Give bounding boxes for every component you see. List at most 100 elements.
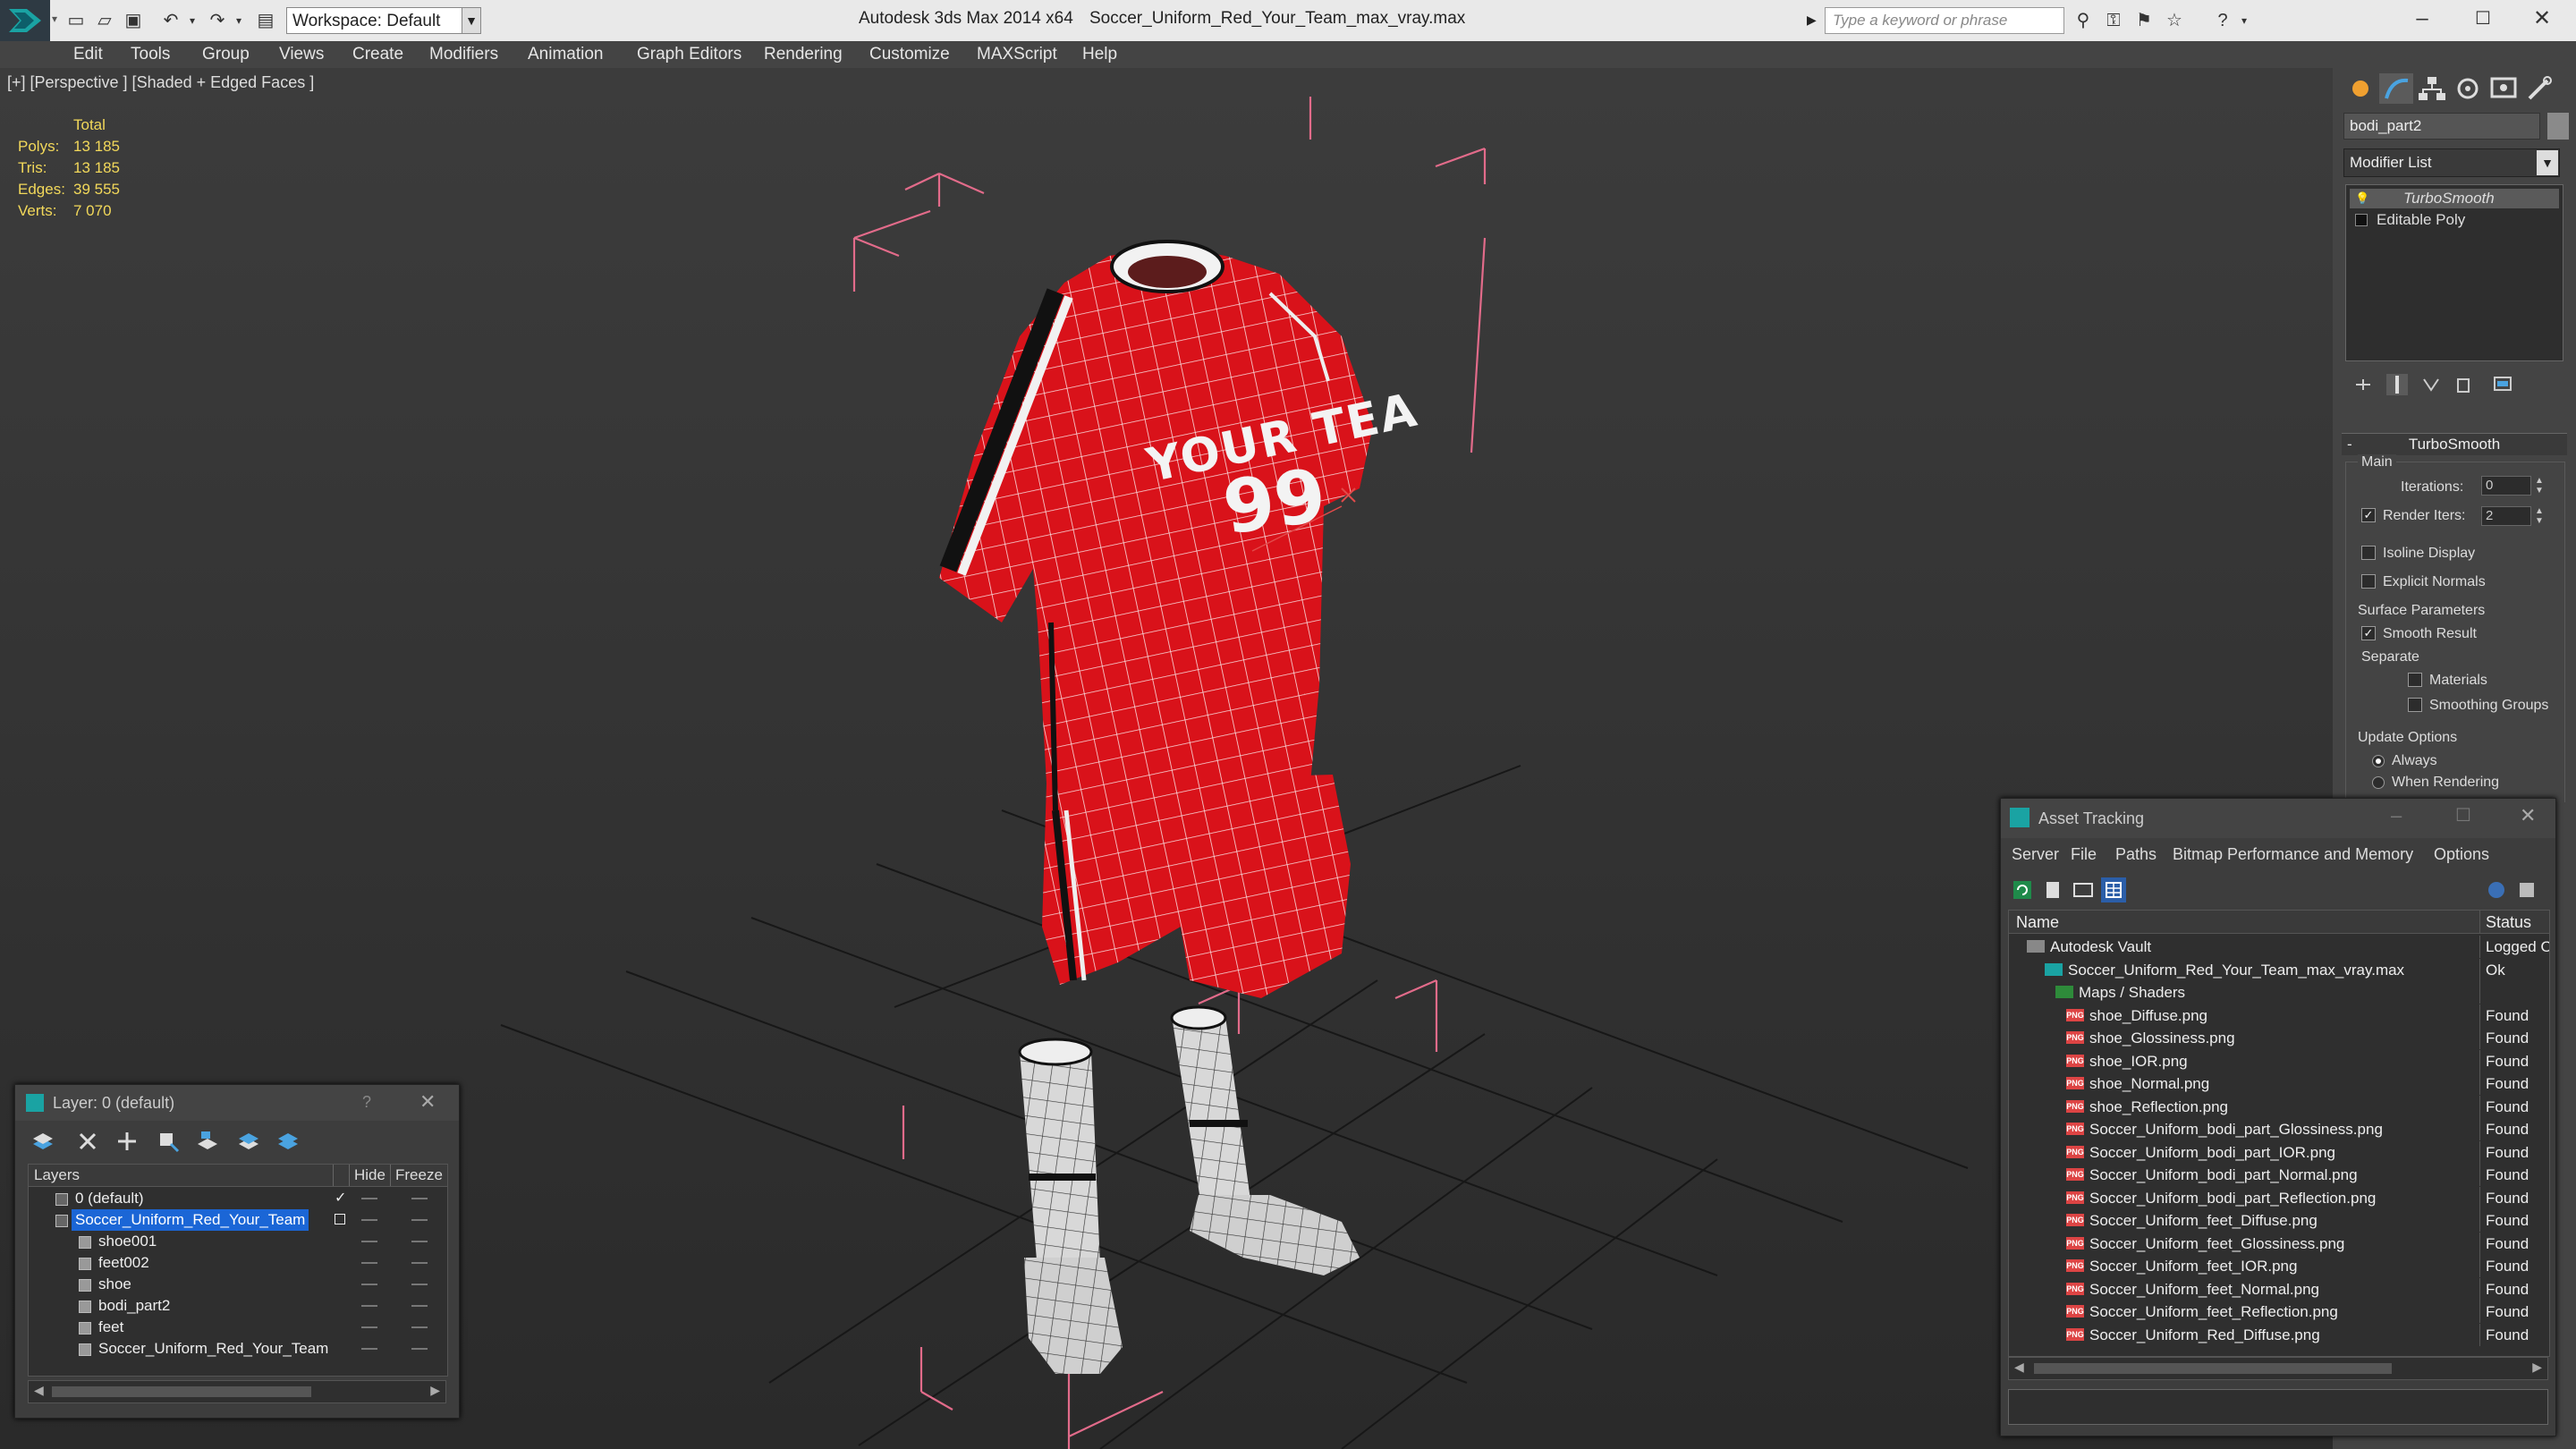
hide-column-header[interactable]: Hide xyxy=(354,1166,386,1184)
asset-path-field[interactable] xyxy=(2008,1389,2548,1425)
workspace-dropdown-icon[interactable]: ▼ xyxy=(462,7,481,34)
search-input[interactable]: Type a keyword or phrase xyxy=(1825,7,2064,34)
create-layer-icon[interactable] xyxy=(30,1128,56,1155)
modifier-list-dropdown[interactable]: Modifier List xyxy=(2343,148,2560,177)
hide-unhide-layers-icon[interactable] xyxy=(235,1128,262,1155)
pin-stack-icon[interactable] xyxy=(2352,374,2374,395)
add-selection-box-icon[interactable] xyxy=(335,1214,345,1224)
table-view-icon[interactable] xyxy=(2101,877,2126,902)
layer-close-button[interactable]: ✕ xyxy=(419,1090,436,1114)
scroll-left-icon[interactable]: ◀ xyxy=(34,1383,44,1398)
materials-checkbox[interactable] xyxy=(2408,673,2422,687)
freeze-toggle[interactable] xyxy=(411,1348,428,1350)
asset-row[interactable]: PNG Soccer_Uniform_feet_Reflection.png Fou… xyxy=(2009,1301,2549,1324)
help-icon[interactable]: ? xyxy=(2211,9,2234,32)
collapse-icon[interactable]: - xyxy=(2347,434,2352,455)
close-button[interactable]: ✕ xyxy=(2510,0,2574,39)
hide-toggle[interactable] xyxy=(361,1198,377,1199)
scroll-right-icon[interactable]: ▶ xyxy=(2532,1360,2542,1375)
freeze-toggle[interactable] xyxy=(411,1326,428,1328)
motion-tab-icon[interactable] xyxy=(2451,73,2485,104)
menu-edit[interactable]: Edit xyxy=(73,41,103,68)
asset-row[interactable]: PNG Soccer_Uniform_feet_Glossiness.png Fou… xyxy=(2009,1232,2549,1256)
freeze-toggle[interactable] xyxy=(411,1198,428,1199)
display-tab-icon[interactable] xyxy=(2487,73,2521,104)
menu-customize[interactable]: Customize xyxy=(869,41,950,68)
asset-menu-bitmap-performance[interactable]: Bitmap Performance and Memory xyxy=(2173,845,2413,864)
modify-tab-icon[interactable] xyxy=(2379,73,2413,104)
object-name-field[interactable]: bodi_part2 xyxy=(2343,113,2540,140)
app-menu-arrow-icon[interactable]: ▾ xyxy=(52,13,57,25)
asset-menu-options[interactable]: Options xyxy=(2434,845,2489,864)
favorites-star-icon[interactable]: ☆ xyxy=(2163,9,2186,32)
freeze-toggle[interactable] xyxy=(411,1241,428,1242)
asset-row[interactable]: PNG shoe_IOR.png Found xyxy=(2009,1049,2549,1073)
asset-row[interactable]: PNG shoe_Reflection.png Found xyxy=(2009,1095,2549,1119)
render-iters-spinner[interactable]: 2 xyxy=(2481,506,2531,526)
layer-object-row[interactable]: shoe xyxy=(29,1274,447,1295)
hide-toggle[interactable] xyxy=(361,1284,377,1285)
scroll-left-icon[interactable]: ◀ xyxy=(2014,1360,2024,1375)
scroll-thumb[interactable] xyxy=(2034,1363,2392,1374)
layer-object-row[interactable]: feet002 xyxy=(29,1252,447,1274)
menu-animation[interactable]: Animation xyxy=(528,41,604,68)
asset-maximize-button[interactable]: ☐ xyxy=(2455,804,2471,826)
undo-icon[interactable]: ↶ xyxy=(159,9,182,32)
iterations-spinner-arrows-icon[interactable]: ▲ ▼ xyxy=(2535,476,2544,496)
modifier-list-arrow-icon[interactable]: ▼ xyxy=(2537,150,2558,175)
maximize-button[interactable]: ☐ xyxy=(2451,0,2515,39)
redo-dropdown-icon[interactable]: ▾ xyxy=(227,9,250,32)
explicit-normals-checkbox[interactable] xyxy=(2361,574,2376,589)
refresh-icon[interactable] xyxy=(2010,877,2035,902)
new-file-icon[interactable]: ▭ xyxy=(64,9,88,32)
layer-window-titlebar[interactable]: Layer: 0 (default) ? ✕ xyxy=(15,1085,459,1121)
layers-column-header[interactable]: Layers xyxy=(34,1166,80,1184)
asset-row[interactable]: PNG Soccer_Uniform_Red_Diffuse.png Found xyxy=(2009,1323,2549,1347)
render-iters-checkbox[interactable]: ✓ xyxy=(2361,508,2376,522)
always-radio[interactable] xyxy=(2372,755,2385,767)
lightbulb-icon[interactable]: 💡 xyxy=(2355,189,2369,208)
stack-item-editable-poly[interactable]: Editable Poly xyxy=(2350,210,2559,230)
asset-row[interactable]: PNG Soccer_Uniform_bodi_part_Reflection.p… xyxy=(2009,1186,2549,1210)
stack-item-turbosmooth[interactable]: 💡 TurboSmooth xyxy=(2350,189,2559,208)
minimize-button[interactable]: – xyxy=(2390,0,2454,39)
render-iters-spinner-arrows-icon[interactable]: ▲ ▼ xyxy=(2535,506,2544,526)
subscription-icon[interactable]: ⚿ xyxy=(2102,9,2125,32)
isoline-display-checkbox[interactable] xyxy=(2361,546,2376,560)
asset-info-icon[interactable] xyxy=(2514,877,2539,902)
expand-box-icon[interactable] xyxy=(2355,214,2368,226)
asset-row[interactable]: PNG Soccer_Uniform_feet_Normal.png Found xyxy=(2009,1277,2549,1301)
hide-toggle[interactable] xyxy=(361,1241,377,1242)
help-dropdown-icon[interactable]: ▾ xyxy=(2233,9,2256,32)
asset-row[interactable]: Autodesk Vault Logged Out xyxy=(2009,936,2549,959)
hide-toggle[interactable] xyxy=(361,1326,377,1328)
menu-rendering[interactable]: Rendering xyxy=(764,41,843,68)
asset-menu-server[interactable]: Server xyxy=(2012,845,2059,864)
layer-help-button[interactable]: ? xyxy=(362,1093,371,1112)
make-unique-icon[interactable] xyxy=(2420,374,2442,395)
redo-icon[interactable]: ↷ xyxy=(206,9,229,32)
save-icon[interactable]: ▣ xyxy=(122,9,145,32)
menu-create[interactable]: Create xyxy=(352,41,403,68)
create-tab-icon[interactable] xyxy=(2343,73,2377,104)
project-folder-icon[interactable]: ▤ xyxy=(254,9,277,32)
freeze-toggle[interactable] xyxy=(411,1305,428,1307)
menu-help[interactable]: Help xyxy=(1082,41,1117,68)
configure-modifier-sets-icon[interactable] xyxy=(2492,374,2513,395)
remove-modifier-icon[interactable] xyxy=(2453,374,2474,395)
asset-row[interactable]: PNG Soccer_Uniform_bodi_part_Glossiness.p… xyxy=(2009,1118,2549,1141)
scroll-thumb[interactable] xyxy=(52,1386,311,1397)
hide-toggle[interactable] xyxy=(361,1305,377,1307)
asset-row[interactable]: PNG shoe_Normal.png Found xyxy=(2009,1072,2549,1096)
layer-object-row[interactable]: shoe001 xyxy=(29,1231,447,1252)
asset-minimize-button[interactable]: – xyxy=(2391,804,2402,827)
name-column-header[interactable]: Name xyxy=(2009,911,2479,934)
menu-modifiers[interactable]: Modifiers xyxy=(429,41,498,68)
hide-toggle[interactable] xyxy=(361,1348,377,1350)
menu-graph-editors[interactable]: Graph Editors xyxy=(637,41,741,68)
select-objects-in-layer-icon[interactable] xyxy=(155,1128,182,1155)
asset-row[interactable]: PNG Soccer_Uniform_feet_Diffuse.png Found xyxy=(2009,1209,2549,1233)
iterations-spinner[interactable]: 0 xyxy=(2481,476,2531,496)
delete-layer-icon[interactable] xyxy=(74,1128,101,1155)
menu-maxscript[interactable]: MAXScript xyxy=(977,41,1057,68)
